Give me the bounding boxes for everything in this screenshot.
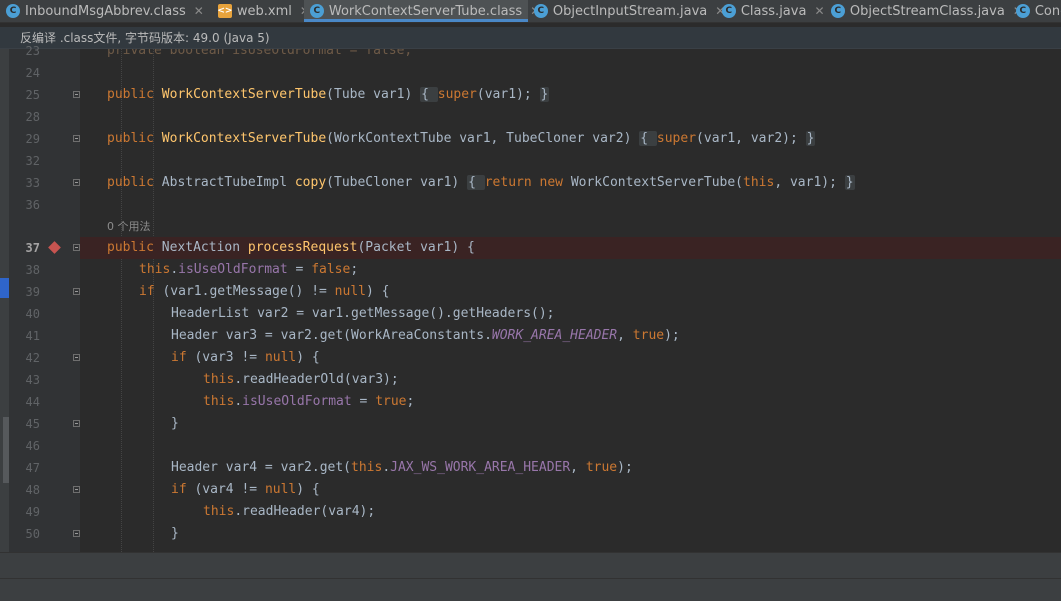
code-line: public WorkContextServerTube(WorkContext… (107, 131, 816, 146)
tab-web-xml[interactable]: <> web.xml ✕ (212, 0, 310, 22)
close-icon[interactable]: ✕ (194, 4, 204, 18)
editor-tab-bar: C InboundMsgAbbrev.class ✕ <> web.xml ✕ … (0, 0, 1061, 23)
tab-objectstreamclass[interactable]: C ObjectStreamClass.java ✕ (825, 0, 1023, 22)
fold-icon[interactable] (73, 354, 80, 361)
banner-text: 反编译 .class文件, 字节码版本: 49.0 (Java 5) (20, 31, 270, 45)
close-icon[interactable]: ✕ (814, 4, 824, 18)
usage-hint[interactable]: 0 个用法 (107, 216, 151, 238)
fold-icon[interactable] (73, 135, 80, 142)
fold-icon[interactable] (73, 420, 80, 427)
tab-label: web.xml (236, 3, 292, 19)
tab-inboundmsgabbrev[interactable]: C InboundMsgAbbrev.class ✕ (0, 0, 212, 22)
code-line: public WorkContextServerTube(Tube var1) … (107, 87, 550, 102)
line-number: 43 (25, 373, 40, 387)
class-file-icon: C (309, 4, 324, 18)
code-line: if (var3 != null) { (171, 350, 320, 365)
tab-objectinputstream[interactable]: C ObjectInputStream.java ✕ (528, 0, 725, 22)
line-number: 38 (25, 263, 40, 277)
code-line: if (var4 != null) { (171, 482, 320, 497)
fold-icon[interactable] (73, 179, 80, 186)
code-line: } (171, 526, 179, 541)
class-file-icon: C (533, 4, 548, 18)
tab-label: ObjectStreamClass.java (849, 3, 1005, 19)
code-line: this.readHeaderOld(var3); (203, 372, 399, 387)
line-number: 24 (25, 66, 40, 80)
line-number: 23 (25, 44, 40, 58)
line-number: 41 (25, 329, 40, 343)
xml-file-icon: <> (217, 4, 233, 18)
line-number: 29 (25, 132, 40, 146)
tab-conc[interactable]: C Conc (1010, 0, 1061, 22)
decompiled-banner: 反编译 .class文件, 字节码版本: 49.0 (Java 5) (0, 27, 1061, 49)
line-number: 49 (25, 505, 40, 519)
line-number: 32 (25, 154, 40, 168)
code-line: } (171, 416, 179, 431)
class-file-icon: C (1015, 4, 1030, 18)
left-tool-strip (0, 49, 9, 552)
line-number: 39 (25, 285, 40, 299)
code-line: public AbstractTubeImpl copy(TubeCloner … (107, 175, 855, 190)
fold-icon[interactable] (73, 288, 80, 295)
code-line: this.readHeader(var4); (203, 504, 376, 519)
line-number-gutter[interactable]: 23 24 25 28 29 32 33 36 37 38 39 40 41 4… (9, 44, 80, 552)
structure-marker[interactable] (0, 278, 9, 298)
line-number: 46 (25, 439, 40, 453)
code-line: private boolean isUseOldFormat = false; (107, 49, 413, 58)
code-line: public NextAction processRequest(Packet … (80, 237, 1061, 259)
code-line: if (var1.getMessage() != null) { (139, 284, 390, 299)
code-line: HeaderList var2 = var1.getMessage().getH… (171, 306, 555, 321)
line-number: 50 (25, 527, 40, 541)
code-line: Header var4 = var2.get(this.JAX_WS_WORK_… (171, 460, 633, 475)
line-number: 28 (25, 110, 40, 124)
class-file-icon: C (6, 4, 20, 18)
tab-label: InboundMsgAbbrev.class (25, 3, 186, 19)
tab-workcontextservertube[interactable]: C WorkContextServerTube.class ✕ (303, 0, 540, 22)
class-file-icon: C (721, 4, 736, 18)
line-number: 48 (25, 483, 40, 497)
line-number: 37 (25, 241, 40, 255)
line-number: 33 (25, 176, 40, 190)
tab-label: Class.java (740, 3, 807, 19)
fold-icon[interactable] (73, 486, 80, 493)
fold-icon[interactable] (73, 91, 80, 98)
fold-icon[interactable] (73, 244, 80, 251)
tab-label: Conc (1034, 3, 1061, 19)
fold-icon[interactable] (73, 530, 80, 537)
tab-label: ObjectInputStream.java (552, 3, 708, 19)
line-number: 45 (25, 417, 40, 431)
line-number: 25 (25, 88, 40, 102)
line-number: 40 (25, 307, 40, 321)
line-number: 36 (25, 198, 40, 212)
line-number: 44 (25, 395, 40, 409)
tab-label: WorkContextServerTube.class (328, 3, 523, 19)
breakpoint-icon[interactable] (48, 241, 61, 254)
horizontal-scrollbar[interactable] (0, 552, 1061, 579)
line-number: 42 (25, 351, 40, 365)
code-line: this.isUseOldFormat = false; (139, 262, 359, 277)
class-file-icon: C (830, 4, 845, 18)
line-number: 47 (25, 461, 40, 475)
status-bar (0, 578, 1061, 601)
code-editor[interactable]: private boolean isUseOldFormat = false; … (80, 49, 1061, 552)
code-line: this.isUseOldFormat = true; (203, 394, 415, 409)
code-line: Header var3 = var2.get(WorkAreaConstants… (171, 328, 680, 343)
tab-class-java[interactable]: C Class.java ✕ (716, 0, 825, 22)
